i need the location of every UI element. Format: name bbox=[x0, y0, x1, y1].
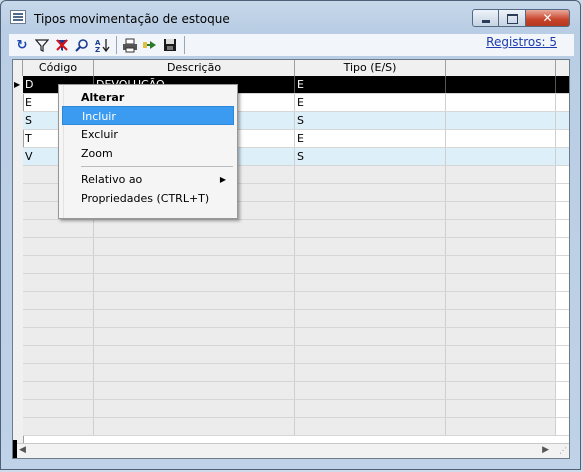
refresh-icon[interactable]: ↻ bbox=[13, 36, 31, 54]
scroll-right-icon[interactable]: ▶ bbox=[542, 445, 549, 455]
menu-item-propriedades[interactable]: Propriedades (CTRL+T) bbox=[62, 189, 234, 208]
export-icon[interactable] bbox=[141, 36, 159, 54]
empty-row bbox=[23, 382, 569, 400]
menu-separator bbox=[81, 166, 233, 167]
menu-item-relativo[interactable]: Relativo ao ▶ bbox=[62, 170, 234, 189]
empty-row bbox=[23, 364, 569, 382]
cell-empty[interactable] bbox=[446, 76, 556, 93]
cell-tipo[interactable]: S bbox=[295, 148, 446, 165]
minimize-button[interactable] bbox=[472, 9, 499, 27]
submenu-arrow-icon: ▶ bbox=[219, 175, 226, 184]
cell-empty[interactable] bbox=[446, 130, 556, 147]
empty-row bbox=[23, 238, 569, 256]
resize-grip-icon[interactable]: ⋰ bbox=[559, 446, 567, 455]
window-title: Tipos movimentação de estoque bbox=[34, 12, 230, 26]
empty-row bbox=[23, 274, 569, 292]
main-window: Tipos movimentação de estoque ✕ ↻ AZ Reg… bbox=[0, 0, 581, 470]
sort-icon[interactable]: AZ bbox=[93, 36, 111, 54]
cell-empty[interactable] bbox=[446, 94, 556, 111]
scroll-left-icon[interactable]: ◀ bbox=[19, 445, 26, 455]
column-header-tipo[interactable]: Tipo (E/S) bbox=[295, 60, 446, 76]
empty-row bbox=[23, 346, 569, 364]
toolbar-separator bbox=[116, 36, 117, 54]
print-icon[interactable] bbox=[121, 36, 139, 54]
window-controls: ✕ bbox=[472, 9, 570, 28]
save-icon[interactable] bbox=[161, 36, 179, 54]
svg-text:Z: Z bbox=[95, 46, 100, 53]
record-count-link[interactable]: Registros: 5 bbox=[486, 35, 557, 49]
menu-item-excluir[interactable]: Excluir bbox=[62, 125, 234, 144]
clear-filter-icon[interactable] bbox=[53, 36, 71, 54]
title-bar[interactable]: Tipos movimentação de estoque ✕ bbox=[1, 1, 580, 31]
empty-row bbox=[23, 400, 569, 418]
column-header-codigo[interactable]: Código bbox=[23, 60, 94, 76]
context-menu: Alterar Incluir Excluir Zoom Relativo ao… bbox=[58, 84, 238, 219]
empty-row bbox=[23, 328, 569, 346]
cell-tipo[interactable]: E bbox=[295, 94, 446, 111]
toolbar: ↻ AZ Registros: 5 bbox=[9, 34, 574, 56]
empty-row bbox=[23, 220, 569, 238]
menu-item-zoom[interactable]: Zoom bbox=[62, 144, 234, 163]
filter-icon[interactable] bbox=[33, 36, 51, 54]
cell-tipo[interactable]: E bbox=[295, 76, 446, 93]
cell-empty[interactable] bbox=[446, 148, 556, 165]
find-icon[interactable] bbox=[73, 36, 91, 54]
minimize-icon bbox=[473, 10, 498, 26]
maximize-button[interactable] bbox=[499, 9, 526, 27]
column-header-empty[interactable] bbox=[446, 60, 556, 76]
menu-item-incluir[interactable]: Incluir bbox=[62, 106, 234, 125]
grid-header: Código Descrição Tipo (E/S) bbox=[13, 60, 569, 77]
toolbar-separator bbox=[184, 36, 185, 54]
horizontal-scrollbar[interactable]: ◀ ▶ ⋰ bbox=[13, 440, 569, 458]
app-icon bbox=[10, 10, 26, 24]
menu-item-relativo-label: Relativo ao bbox=[81, 173, 143, 186]
current-row-icon: ▶ bbox=[14, 80, 21, 89]
empty-row bbox=[23, 418, 569, 436]
close-button[interactable]: ✕ bbox=[526, 9, 570, 27]
cell-tipo[interactable]: S bbox=[295, 112, 446, 129]
menu-item-alterar[interactable]: Alterar bbox=[62, 88, 234, 107]
empty-row bbox=[23, 292, 569, 310]
cell-tipo[interactable]: E bbox=[295, 130, 446, 147]
cell-empty[interactable] bbox=[446, 112, 556, 129]
column-header-descricao[interactable]: Descrição bbox=[94, 60, 295, 76]
row-indicator-header bbox=[13, 60, 23, 76]
close-icon: ✕ bbox=[542, 11, 553, 25]
scroll-edge-bar bbox=[13, 440, 17, 458]
empty-row bbox=[23, 256, 569, 274]
empty-row bbox=[23, 310, 569, 328]
maximize-icon bbox=[499, 10, 525, 26]
